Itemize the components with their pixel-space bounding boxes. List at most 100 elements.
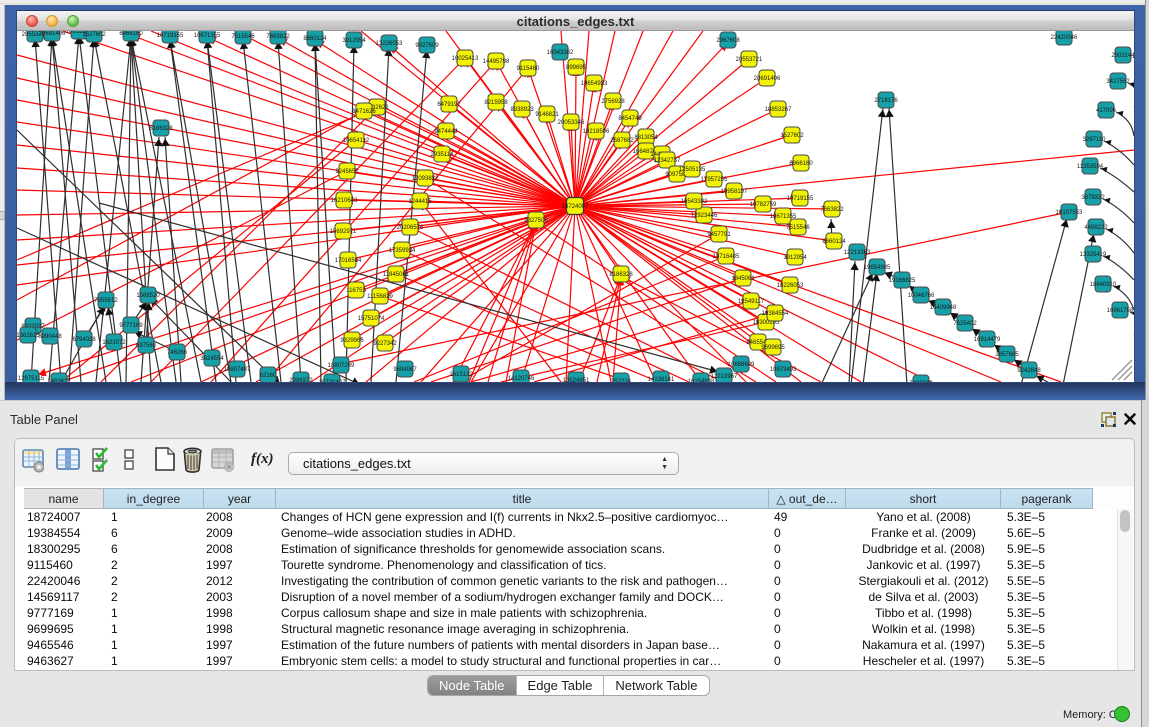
svg-text:10958197: 10958197	[721, 189, 748, 195]
svg-text:1588520: 1588520	[136, 293, 160, 299]
svg-text:12093822: 12093822	[412, 176, 439, 182]
svg-text:116753: 116753	[346, 288, 366, 294]
svg-text:6794028: 6794028	[72, 337, 96, 343]
svg-text:8186328: 8186328	[609, 272, 633, 278]
svg-text:16961758: 16961758	[1107, 308, 1134, 314]
svg-text:8990448: 8990448	[38, 334, 62, 340]
svg-text:16914479: 16914479	[974, 337, 1001, 343]
svg-text:19384554: 19384554	[762, 311, 789, 317]
svg-text:17957255: 17957255	[701, 177, 728, 183]
svg-text:12975115: 12975115	[18, 376, 45, 382]
svg-text:1527602: 1527602	[780, 133, 804, 139]
svg-text:19166825: 19166825	[889, 278, 916, 284]
svg-text:1615132: 1615132	[449, 372, 473, 378]
svg-text:20053346: 20053346	[558, 120, 585, 126]
svg-text:3878332: 3878332	[1081, 195, 1105, 201]
svg-text:8938923: 8938923	[510, 107, 534, 113]
svg-text:17016504: 17016504	[335, 258, 362, 264]
svg-text:7485063: 7485063	[909, 381, 933, 382]
svg-text:16409948: 16409948	[930, 305, 957, 311]
svg-text:20691406: 20691406	[754, 76, 781, 82]
svg-text:12213967: 12213967	[711, 374, 738, 380]
svg-text:697568: 697568	[136, 343, 157, 349]
svg-text:9684067: 9684067	[393, 367, 417, 373]
svg-text:1362615: 1362615	[17, 333, 40, 339]
svg-text:9327509: 9327509	[415, 43, 439, 49]
svg-text:3912954: 3912954	[342, 38, 366, 44]
svg-text:9474444: 9474444	[434, 129, 458, 135]
svg-text:19654985: 19654985	[864, 265, 891, 271]
svg-text:20553721: 20553721	[736, 57, 763, 63]
svg-text:13716485: 13716485	[713, 254, 740, 260]
svg-text:16543382: 16543382	[681, 199, 708, 205]
svg-text:10853267: 10853267	[765, 107, 792, 113]
svg-text:2967608: 2967608	[716, 38, 740, 44]
svg-text:14136141: 14136141	[648, 377, 675, 382]
svg-text:19654923: 19654923	[581, 81, 608, 87]
svg-text:19218506: 19218506	[583, 129, 610, 135]
svg-text:6966160: 6966160	[119, 31, 143, 37]
svg-text:16543382: 16543382	[547, 50, 574, 56]
svg-text:1527602: 1527602	[82, 32, 106, 38]
svg-text:8660124: 8660124	[303, 36, 327, 42]
svg-text:11156829: 11156829	[367, 294, 393, 300]
svg-text:10719155: 10719155	[787, 196, 814, 202]
svg-text:16107553: 16107553	[1056, 210, 1083, 216]
svg-text:2718176: 2718176	[874, 98, 898, 104]
svg-text:12549117: 12549117	[738, 299, 765, 305]
svg-text:1244415: 1244415	[408, 199, 432, 205]
svg-text:3857685: 3857685	[995, 352, 1019, 358]
svg-text:9146821: 9146821	[535, 112, 559, 118]
svg-text:10671355: 10671355	[194, 33, 221, 39]
svg-text:746266: 746266	[167, 350, 188, 356]
svg-text:9245652: 9245652	[335, 169, 359, 175]
svg-text:8660124: 8660124	[822, 239, 846, 245]
svg-text:13226053: 13226053	[777, 283, 804, 289]
svg-text:22420046: 22420046	[1051, 35, 1078, 41]
svg-text:4498222: 4498222	[1084, 225, 1108, 231]
svg-text:8215958: 8215958	[484, 100, 508, 106]
svg-text:3267110: 3267110	[1083, 137, 1107, 143]
svg-text:10973493: 10973493	[770, 367, 797, 373]
svg-text:9327509: 9327509	[524, 218, 548, 224]
svg-text:6966160: 6966160	[789, 161, 813, 167]
svg-text:13325419: 13325419	[1080, 252, 1107, 258]
svg-text:252214: 252214	[611, 379, 632, 382]
svg-text:7625402: 7625402	[953, 321, 977, 327]
svg-text:15692971: 15692971	[330, 229, 357, 235]
svg-text:1845061: 1845061	[731, 276, 755, 282]
svg-text:2986372: 2986372	[289, 378, 313, 382]
svg-text:10688609: 10688609	[728, 362, 755, 368]
svg-text:9242848: 9242848	[1017, 368, 1041, 374]
svg-text:8454749: 8454749	[618, 116, 642, 122]
svg-text:3912954: 3912954	[783, 255, 807, 261]
svg-text:16210643: 16210643	[331, 198, 358, 204]
svg-text:13524851: 13524851	[563, 378, 590, 382]
svg-text:7663822: 7663822	[820, 207, 844, 213]
svg-text:7955812: 7955812	[94, 298, 118, 304]
svg-text:15751074: 15751074	[358, 316, 385, 322]
svg-text:2687682: 2687682	[610, 138, 634, 144]
svg-text:18807269: 18807269	[328, 363, 355, 369]
svg-text:9777169: 9777169	[119, 323, 143, 329]
svg-text:12342737: 12342737	[654, 158, 681, 164]
svg-text:20691406: 20691406	[39, 31, 66, 37]
svg-text:6479197: 6479197	[437, 102, 461, 108]
svg-text:9227342: 9227342	[373, 341, 397, 347]
svg-text:3427552: 3427552	[1106, 79, 1130, 85]
svg-text:2803144: 2803144	[1111, 53, 1134, 59]
svg-text:10046766: 10046766	[908, 293, 935, 299]
svg-text:10782759: 10782759	[750, 202, 777, 208]
svg-text:12505135: 12505135	[679, 167, 706, 173]
svg-text:1621072: 1621072	[102, 340, 126, 346]
svg-text:3824554: 3824554	[200, 356, 224, 362]
svg-text:14495798: 14495798	[483, 59, 510, 65]
svg-text:12923446: 12923446	[691, 213, 718, 219]
svg-text:13226053: 13226053	[376, 41, 403, 47]
svg-text:9457791: 9457791	[707, 232, 731, 238]
svg-text:15720407: 15720407	[319, 380, 346, 382]
svg-text:10719155: 10719155	[157, 33, 184, 39]
svg-text:8186328: 8186328	[149, 126, 173, 132]
svg-text:7515546: 7515546	[786, 225, 810, 231]
svg-text:8471626: 8471626	[352, 109, 376, 115]
